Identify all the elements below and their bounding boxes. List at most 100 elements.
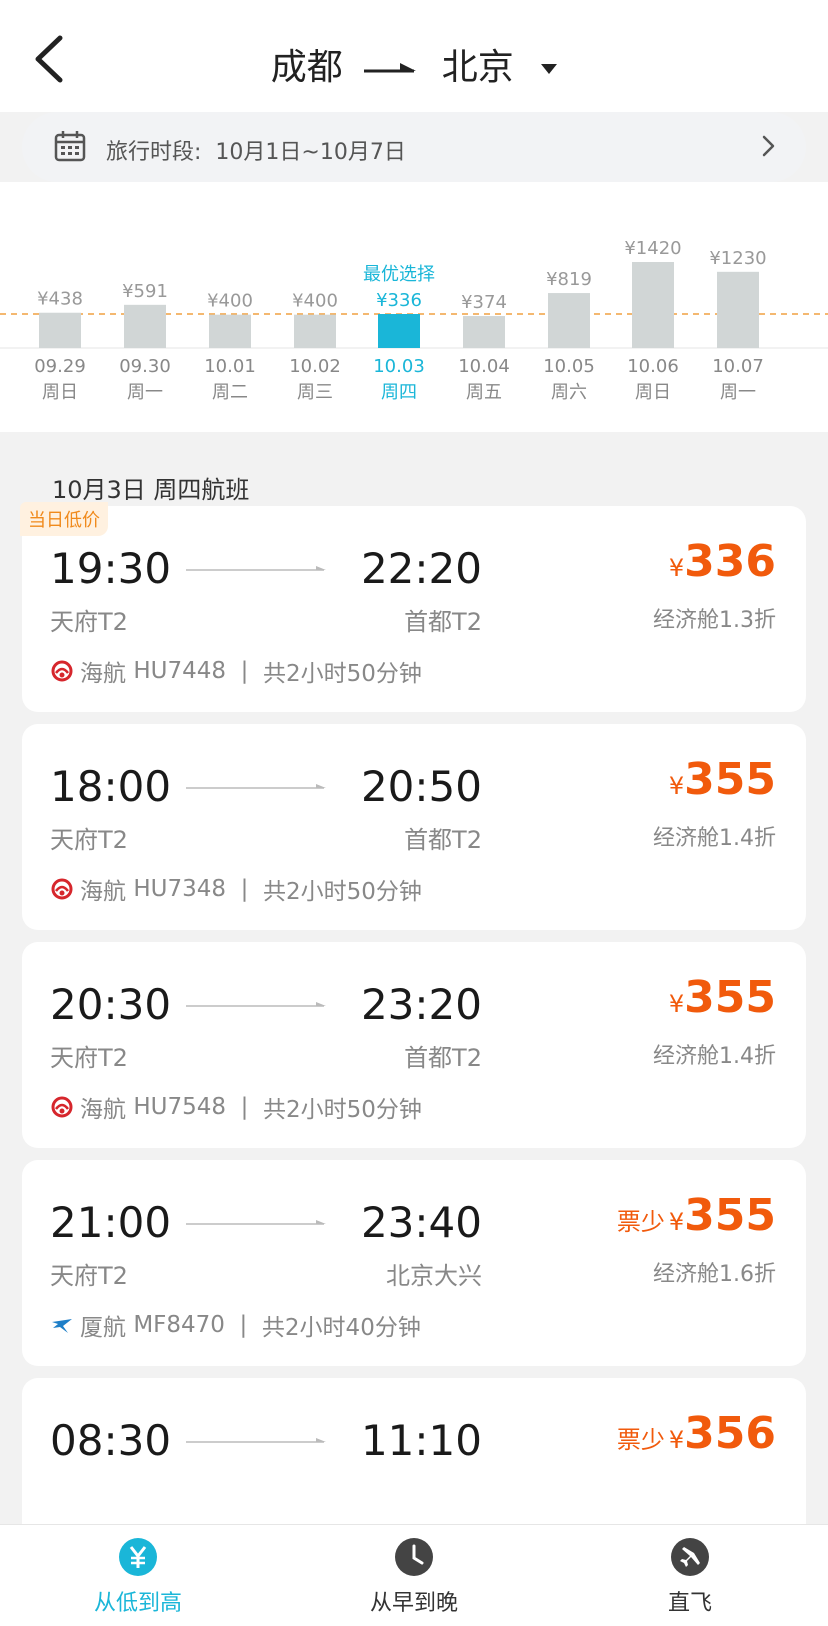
hainan-airlines-logo-icon [51, 878, 73, 900]
day-weekday-label: 周一 [720, 382, 756, 403]
bar-price-label: ¥1420 [624, 238, 681, 259]
section-title: 10月3日 周四航班 [52, 476, 250, 504]
airline-name: 海航 [80, 661, 126, 687]
separator: | [240, 876, 249, 902]
flight-path-line [186, 1438, 326, 1443]
departure-time: 21:00 [50, 1198, 172, 1247]
departure-time: 19:30 [50, 544, 172, 593]
airline-info: 厦航 MF8470 | 共2小时40分钟 [50, 1308, 421, 1342]
flight-number: HU7448 [133, 658, 226, 684]
price-bar [632, 262, 674, 348]
route-title[interactable]: 成都 北京 [0, 38, 828, 90]
bar-price-label: ¥819 [546, 269, 592, 290]
calendar-day-10.04[interactable]: ¥374 10.04 周五 [458, 292, 510, 403]
flight-path-line [186, 1220, 326, 1225]
price: ¥355 [665, 972, 776, 1023]
airline-name: 海航 [80, 1097, 126, 1123]
departure-airport: 天府T2 [50, 1262, 128, 1290]
flight-card[interactable]: 18:00 20:50 天府T2 首都T2 海航 HU7348 | 共2小时50… [22, 724, 806, 930]
calendar-day-09.30[interactable]: ¥591 09.30 周一 [119, 281, 171, 403]
currency-symbol: ¥ [668, 772, 685, 800]
clock-icon [395, 1538, 433, 1576]
tab-label: 从早到晚 [369, 1591, 458, 1616]
day-weekday-label: 周四 [381, 382, 417, 403]
price-bar [124, 304, 166, 348]
day-date-label: 10.02 [289, 356, 341, 377]
departure-airport: 天府T2 [50, 1044, 128, 1072]
bar-price-label: ¥374 [461, 292, 507, 313]
separator: | [239, 1312, 248, 1338]
airline-info: 海航 HU7348 | 共2小时50分钟 [50, 872, 422, 906]
departure-time: 08:30 [50, 1416, 172, 1465]
arrival-time: 22:20 [360, 544, 482, 593]
travel-period-selector[interactable]: 旅行时段: 10月1日~10月7日 [22, 112, 806, 182]
low-stock-tag: 票少 [616, 1208, 665, 1236]
bar-price-label: ¥591 [122, 281, 168, 302]
calendar-day-10.03[interactable]: ¥336 最优选择 10.03 周四 [363, 264, 435, 403]
travel-period-value: 10月1日~10月7日 [215, 140, 406, 165]
bar-price-label: ¥438 [37, 289, 83, 310]
travel-period-text: 旅行时段: 10月1日~10月7日 [106, 134, 406, 166]
low-price-badge: 当日低价 [20, 502, 108, 536]
bar-price-label: ¥336 [376, 290, 422, 311]
day-date-label: 10.05 [543, 356, 595, 377]
flight-card[interactable]: 20:30 23:20 天府T2 首都T2 海航 HU7548 | 共2小时50… [22, 942, 806, 1148]
tab-label: 从低到高 [93, 1591, 182, 1616]
plane-icon [671, 1538, 709, 1576]
header: 成都 北京 [0, 0, 828, 112]
price-bar [294, 314, 336, 348]
chevron-right-icon [762, 135, 775, 157]
tab-time-early-to-late[interactable]: 从早到晚 [314, 1537, 514, 1617]
flight-duration: 共2小时50分钟 [262, 879, 422, 905]
price-bar [717, 271, 759, 348]
travel-period-label: 旅行时段: [106, 140, 202, 165]
sort-bar: 从低到高 从早到晚 直飞 [0, 1524, 828, 1626]
low-stock-tag: 票少 [616, 1426, 665, 1454]
dropdown-caret-icon[interactable] [541, 64, 558, 74]
flight-card[interactable]: 21:00 23:40 天府T2 北京大兴 厦航 MF8470 | 共2小时40… [22, 1160, 806, 1366]
flight-path-line [186, 1002, 326, 1007]
tab-label: 直飞 [667, 1591, 712, 1616]
price-calendar: ¥438 09.29 周日 ¥591 09.30 周一 ¥400 10.01 周二 ¥400 10.… [0, 182, 828, 432]
price-bar [548, 293, 590, 348]
day-weekday-label: 周一 [127, 382, 163, 403]
airline-info: 海航 HU7448 | 共2小时50分钟 [50, 654, 422, 688]
price: 票少 ¥355 [617, 1190, 776, 1241]
arrival-time: 23:20 [360, 980, 482, 1029]
calendar-day-10.07[interactable]: ¥1230 10.07 周一 [709, 248, 766, 403]
price-value: 355 [684, 754, 776, 805]
day-date-label: 10.06 [627, 356, 679, 377]
calendar-day-10.06[interactable]: ¥1420 10.06 周日 [624, 238, 681, 403]
airline-name: 厦航 [80, 1315, 126, 1341]
flight-duration: 共2小时40分钟 [261, 1315, 421, 1341]
calendar-day-10.01[interactable]: ¥400 10.01 周二 [204, 291, 256, 403]
bar-price-label: ¥400 [207, 291, 253, 312]
airline-info: 海航 HU7548 | 共2小时50分钟 [50, 1090, 422, 1124]
departure-time: 18:00 [50, 762, 172, 811]
calendar-day-10.02[interactable]: ¥400 10.02 周三 [289, 291, 341, 403]
price-value: 355 [684, 1190, 776, 1241]
best-choice-label: 最优选择 [363, 264, 435, 285]
calendar-day-09.29[interactable]: ¥438 09.29 周日 [34, 289, 86, 403]
arrival-time: 11:10 [360, 1416, 482, 1465]
flight-card[interactable]: 当日低价 19:30 22:20 天府T2 首都T2 海航 HU7448 | 共… [20, 502, 806, 712]
cabin-discount: 经济舱1.4折 [653, 826, 776, 851]
tab-price-low-to-high[interactable]: 从低到高 [38, 1537, 238, 1617]
currency-symbol: ¥ [668, 1426, 685, 1454]
calendar-day-10.05[interactable]: ¥819 10.05 周六 [543, 269, 595, 403]
bar-price-label: ¥400 [292, 291, 338, 312]
flight-path-line [186, 784, 326, 789]
arrival-time: 23:40 [360, 1198, 482, 1247]
currency-symbol: ¥ [668, 1208, 685, 1236]
departure-airport: 天府T2 [50, 608, 128, 636]
arrival-airport: 首都T2 [404, 608, 482, 636]
flight-duration: 共2小时50分钟 [262, 1097, 422, 1123]
price-bar [378, 314, 420, 348]
tab-direct-flights[interactable]: 直飞 [590, 1537, 790, 1617]
day-weekday-label: 周日 [42, 382, 78, 403]
currency-symbol: ¥ [668, 554, 685, 582]
hainan-airlines-logo-icon [51, 1096, 73, 1118]
day-date-label: 09.30 [119, 356, 171, 377]
day-weekday-label: 周五 [466, 382, 502, 403]
day-weekday-label: 周二 [212, 382, 248, 403]
